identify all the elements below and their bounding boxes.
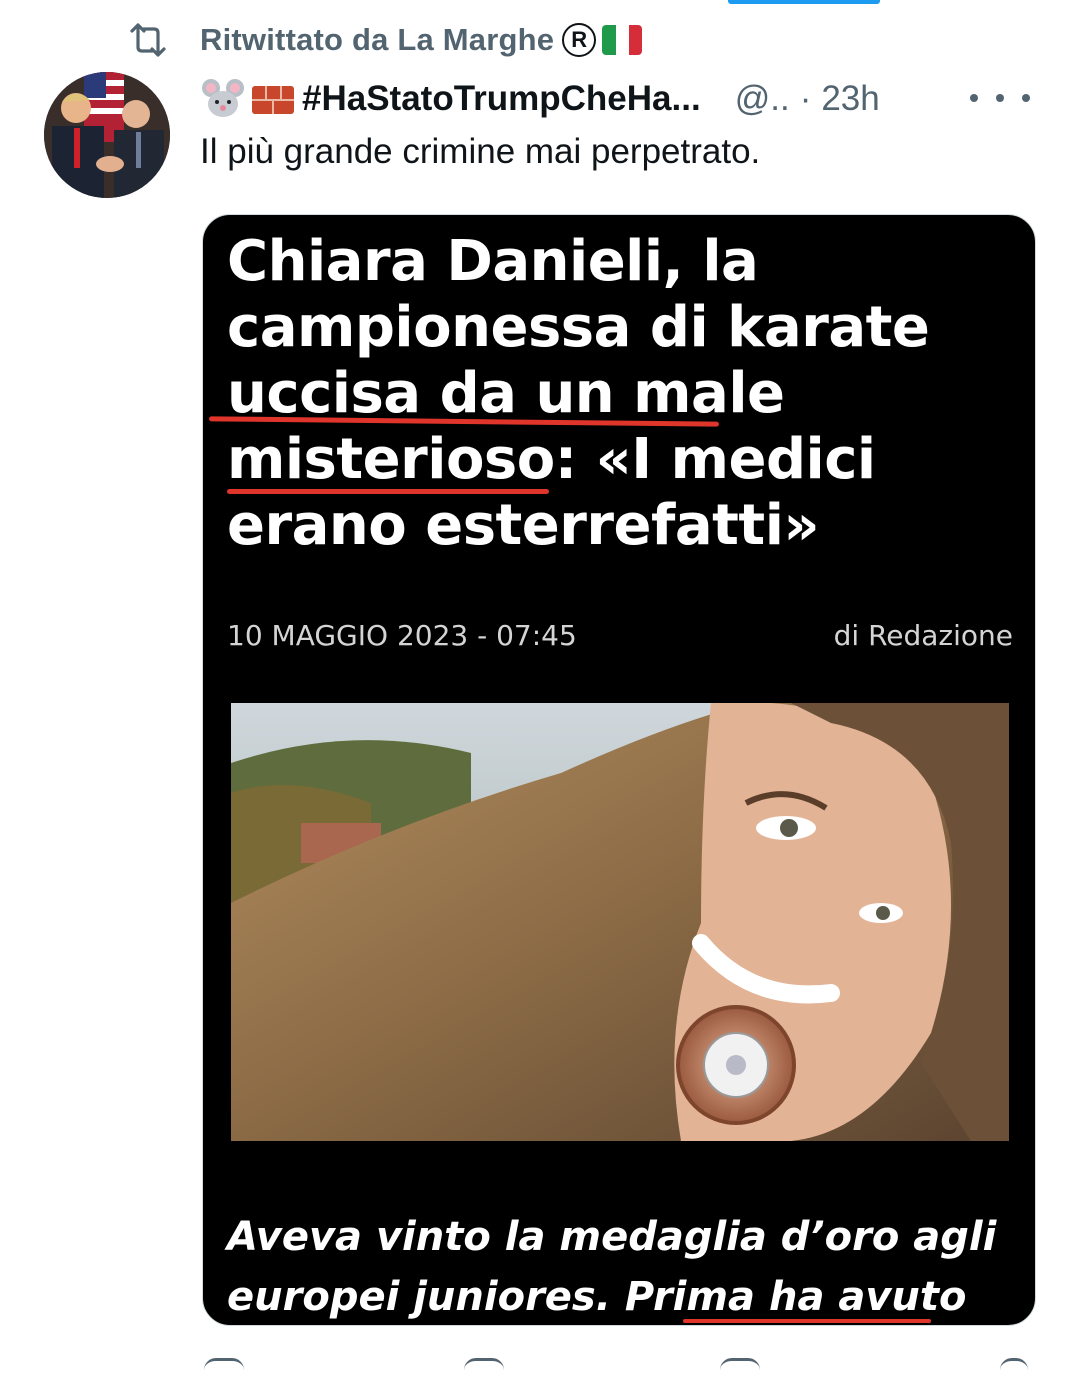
headline-line: Chiara Danieli, la xyxy=(227,229,759,294)
tweet-header: #HaStatoTrumpCheHa... @.. · 23h xyxy=(200,72,1040,126)
red-underline xyxy=(683,1319,931,1323)
tweet-actions xyxy=(200,1358,1040,1378)
tweet-text: Il più grande crimine mai perpetrato. xyxy=(200,132,761,171)
separator-dot: · xyxy=(799,79,812,118)
display-name[interactable]: #HaStatoTrumpCheHa... xyxy=(302,79,701,119)
share-icon[interactable] xyxy=(1000,1358,1028,1375)
mouse-emoji xyxy=(202,79,244,117)
registered-icon: R xyxy=(562,23,597,57)
headline-line: erano esterrefatti» xyxy=(227,493,820,558)
headline-line: campionessa di karate xyxy=(227,295,930,360)
brick-emoji xyxy=(252,86,294,114)
tweet-media-image[interactable]: Chiara Danieli, la campionessa di karate… xyxy=(202,214,1036,1326)
avatar-image xyxy=(44,72,170,198)
article-caption: Aveva vinto la medaglia d’oro agli europ… xyxy=(227,1207,1017,1325)
user-handle[interactable]: @.. xyxy=(735,79,790,119)
timestamp[interactable]: 23h xyxy=(821,79,879,119)
like-icon[interactable] xyxy=(720,1358,760,1375)
more-icon[interactable] xyxy=(970,78,1030,118)
retweet-action-icon[interactable] xyxy=(464,1358,504,1375)
article-byline: di Redazione xyxy=(833,619,1013,652)
italy-flag-icon xyxy=(602,25,643,55)
article-date: 10 MAGGIO 2023 - 07:45 xyxy=(227,619,577,652)
photo-woman-with-medal xyxy=(231,703,1009,1141)
headline-line: misterioso: «I medici xyxy=(227,427,876,492)
caption-line: Aveva vinto la medaglia d’oro agli xyxy=(227,1214,997,1260)
retweet-icon xyxy=(130,23,166,57)
caption-line: europei juniores. Prima ha avuto xyxy=(227,1274,967,1320)
reply-icon[interactable] xyxy=(204,1358,244,1375)
retweeted-by-label[interactable]: Ritwittato da La Marghe xyxy=(200,22,554,58)
article-headline: Chiara Danieli, la campionessa di karate… xyxy=(227,229,1017,559)
avatar[interactable] xyxy=(44,72,170,198)
retweet-header[interactable]: Ritwittato da La Marghe R xyxy=(128,18,643,62)
top-tab-indicator xyxy=(728,0,880,4)
red-underline xyxy=(227,489,549,494)
